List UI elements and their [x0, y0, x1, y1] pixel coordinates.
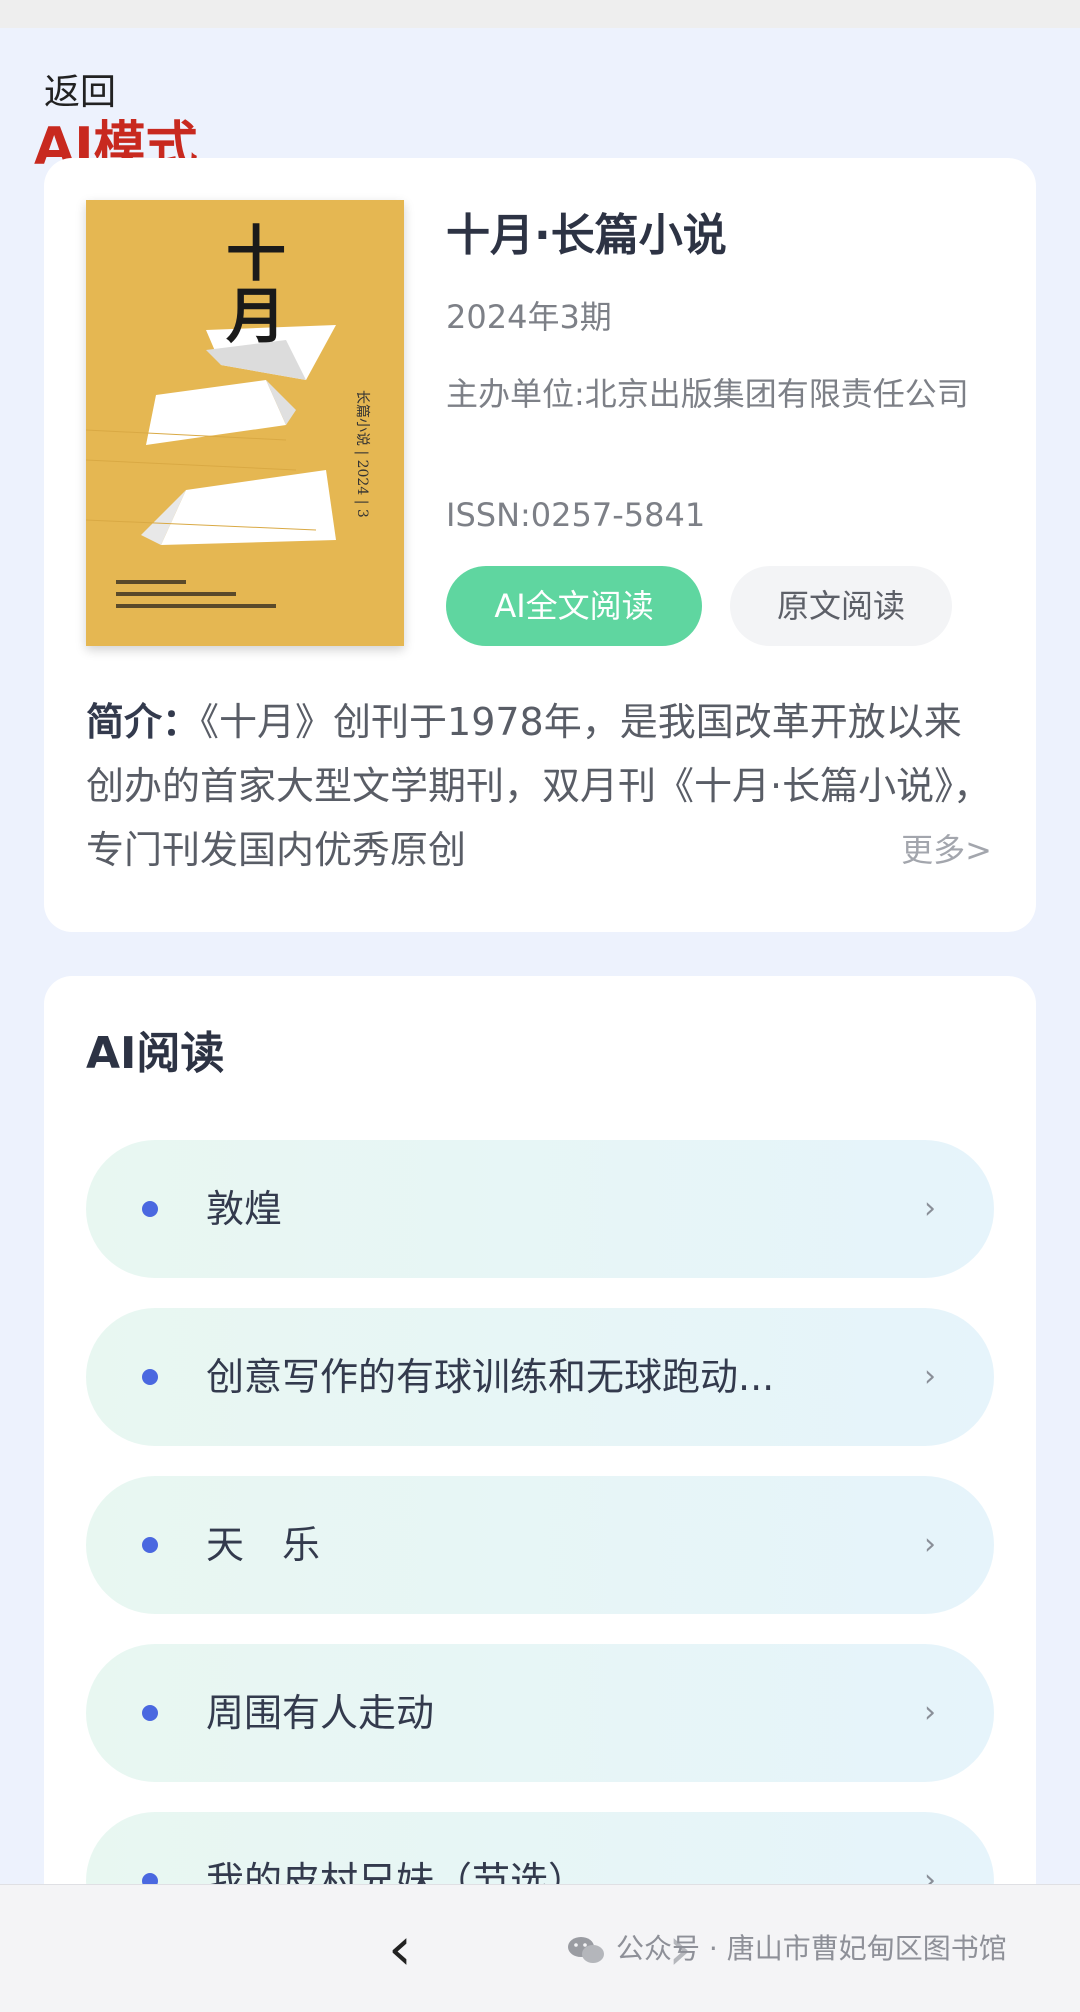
chapter-item[interactable]: 创意写作的有球训练和无球跑动... ›: [86, 1308, 994, 1446]
wechat-icon: [566, 1935, 606, 1965]
chevron-right-icon: ›: [924, 1695, 936, 1730]
book-title: 十月·长篇小说: [446, 210, 727, 261]
chevron-right-icon: ›: [924, 1527, 936, 1562]
chevron-right-icon: ›: [924, 1359, 936, 1394]
book-issue: 2024年3期: [446, 298, 612, 336]
chapter-item[interactable]: 周围有人走动 ›: [86, 1644, 994, 1782]
bullet-icon: [142, 1537, 158, 1553]
browser-bottom-bar: ‹ › 公众号 · 唐山市曹妃甸区图书馆: [0, 1884, 1080, 2012]
book-info-card: 长篇小说 | 2024 | 3 十月 十月·长篇小说 2024年3期 主办单位:…: [44, 158, 1036, 932]
back-link[interactable]: 返回: [44, 70, 116, 116]
intro-label: 简介：: [86, 700, 201, 744]
ai-full-read-button[interactable]: AI全文阅读: [446, 566, 702, 646]
book-publisher: 主办单位:北京出版集团有限责任公司: [446, 375, 969, 413]
bullet-icon: [142, 1201, 158, 1217]
chevron-right-icon: ›: [924, 1191, 936, 1226]
ai-reading-card: AI阅读 敦煌 › 创意写作的有球训练和无球跑动... › 天 乐 › 周围有人…: [44, 976, 1036, 2012]
book-issn: ISSN:0257-5841: [446, 496, 706, 534]
watermark: 公众号 · 唐山市曹妃甸区图书馆: [566, 1925, 1007, 1973]
chapter-title: 创意写作的有球训练和无球跑动...: [206, 1355, 775, 1399]
original-read-button[interactable]: 原文阅读: [730, 566, 952, 646]
more-link[interactable]: 更多>: [901, 818, 992, 882]
bullet-icon: [142, 1705, 158, 1721]
cover-title: 十月: [226, 220, 286, 352]
chapter-title: 周围有人走动: [206, 1691, 435, 1735]
bullet-icon: [142, 1369, 158, 1385]
chapter-item[interactable]: 敦煌 ›: [86, 1140, 994, 1278]
status-strip: [0, 0, 1080, 28]
ai-reading-title: AI阅读: [86, 1028, 225, 1079]
cover-side-text: 长篇小说 | 2024 | 3: [354, 390, 370, 518]
chapter-title: 天 乐: [206, 1523, 321, 1567]
magazine-cover-image[interactable]: 长篇小说 | 2024 | 3 十月: [86, 200, 404, 646]
chapter-title: 敦煌: [206, 1187, 283, 1231]
chapter-item[interactable]: 天 乐 ›: [86, 1476, 994, 1614]
watermark-text: 公众号 · 唐山市曹妃甸区图书馆: [616, 1932, 1007, 1965]
chevron-left-icon[interactable]: ‹: [380, 1919, 420, 1979]
chapter-list: 敦煌 › 创意写作的有球训练和无球跑动... › 天 乐 › 周围有人走动 › …: [86, 1140, 994, 1980]
